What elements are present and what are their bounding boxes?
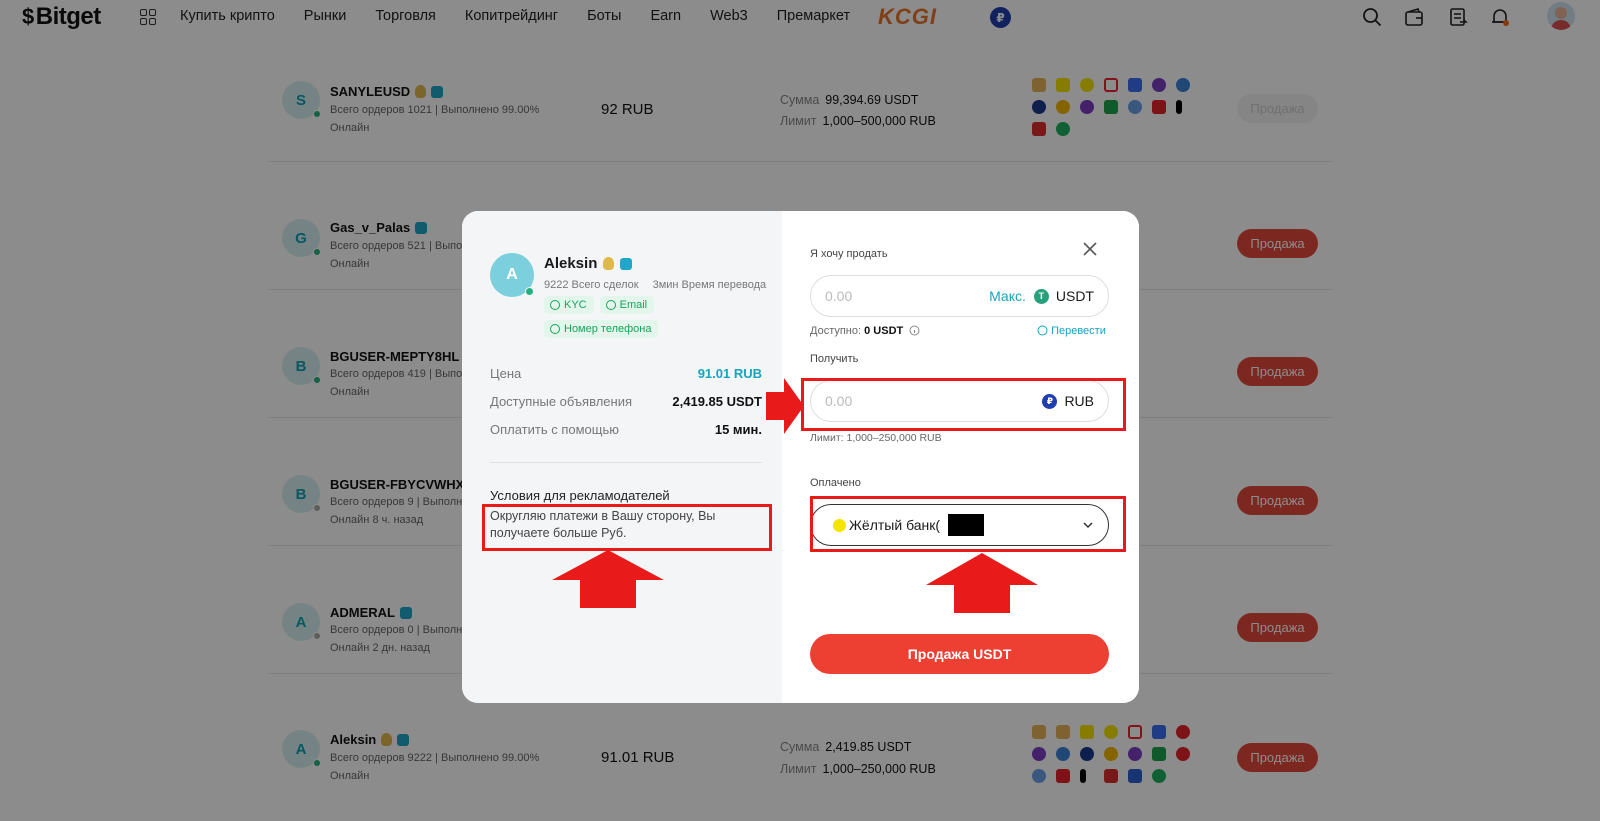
arrow-up-icon bbox=[926, 553, 1038, 613]
price-row: Цена 91.01 RUB bbox=[490, 366, 762, 381]
close-icon[interactable] bbox=[1082, 241, 1098, 257]
divider bbox=[490, 462, 762, 463]
merchant-info-panel: A Aleksin 9222 Всего сделок 3мин Время пе… bbox=[462, 211, 782, 703]
transfer-icon bbox=[1037, 325, 1048, 336]
transfer-time: 3мин Время перевода bbox=[652, 279, 767, 291]
arrow-up-icon bbox=[552, 550, 664, 608]
limit-text: Лимит: 1,000–250,000 RUB bbox=[810, 432, 942, 444]
receive-label: Получить bbox=[810, 353, 859, 365]
order-form-panel: Я хочу продать 0.00 Макс. T USDT Доступн… bbox=[782, 211, 1139, 703]
terms-title: Условия для рекламодателей bbox=[490, 488, 670, 503]
email-tag: Email bbox=[599, 296, 655, 314]
highlight-terms-box bbox=[482, 504, 772, 551]
sell-order-modal: A Aleksin 9222 Всего сделок 3мин Время пе… bbox=[462, 211, 1139, 703]
available-ads-row: Доступные объявления 2,419.85 USDT bbox=[490, 394, 762, 409]
check-circle-icon bbox=[550, 300, 560, 310]
sell-currency: USDT bbox=[1055, 288, 1094, 304]
payment-time-row: Оплатить с помощью 15 мин. bbox=[490, 422, 762, 437]
highlight-payment-method-box bbox=[810, 496, 1126, 552]
sell-amount-input[interactable]: 0.00 Макс. T USDT bbox=[810, 275, 1109, 317]
merchant-avatar: A bbox=[490, 253, 534, 297]
sell-usdt-button[interactable]: Продажа USDT bbox=[810, 634, 1109, 674]
usdt-icon: T bbox=[1033, 288, 1049, 304]
max-button[interactable]: Макс. bbox=[989, 288, 1026, 304]
sell-amount-label: Я хочу продать bbox=[810, 248, 888, 260]
verified-icon bbox=[620, 257, 633, 270]
total-deals: 9222 Всего сделок bbox=[544, 279, 639, 291]
merchant-name[interactable]: Aleksin bbox=[544, 255, 633, 272]
paid-with-label: Оплачено bbox=[810, 477, 861, 489]
verification-tags: KYC Email Номер телефона bbox=[544, 296, 774, 338]
transfer-link[interactable]: Перевести bbox=[1037, 325, 1106, 337]
arrow-right-icon bbox=[766, 378, 804, 434]
phone-tag: Номер телефона bbox=[544, 320, 659, 338]
info-icon[interactable] bbox=[909, 325, 920, 336]
merchant-stats: 9222 Всего сделок 3мин Время перевода bbox=[544, 279, 766, 291]
check-circle-icon bbox=[550, 324, 560, 334]
medal-icon bbox=[603, 257, 615, 270]
highlight-receive-box bbox=[801, 378, 1126, 431]
available-balance: Доступно: 0 USDT bbox=[810, 325, 920, 337]
check-circle-icon bbox=[605, 300, 616, 310]
kyc-tag: KYC bbox=[544, 296, 594, 314]
